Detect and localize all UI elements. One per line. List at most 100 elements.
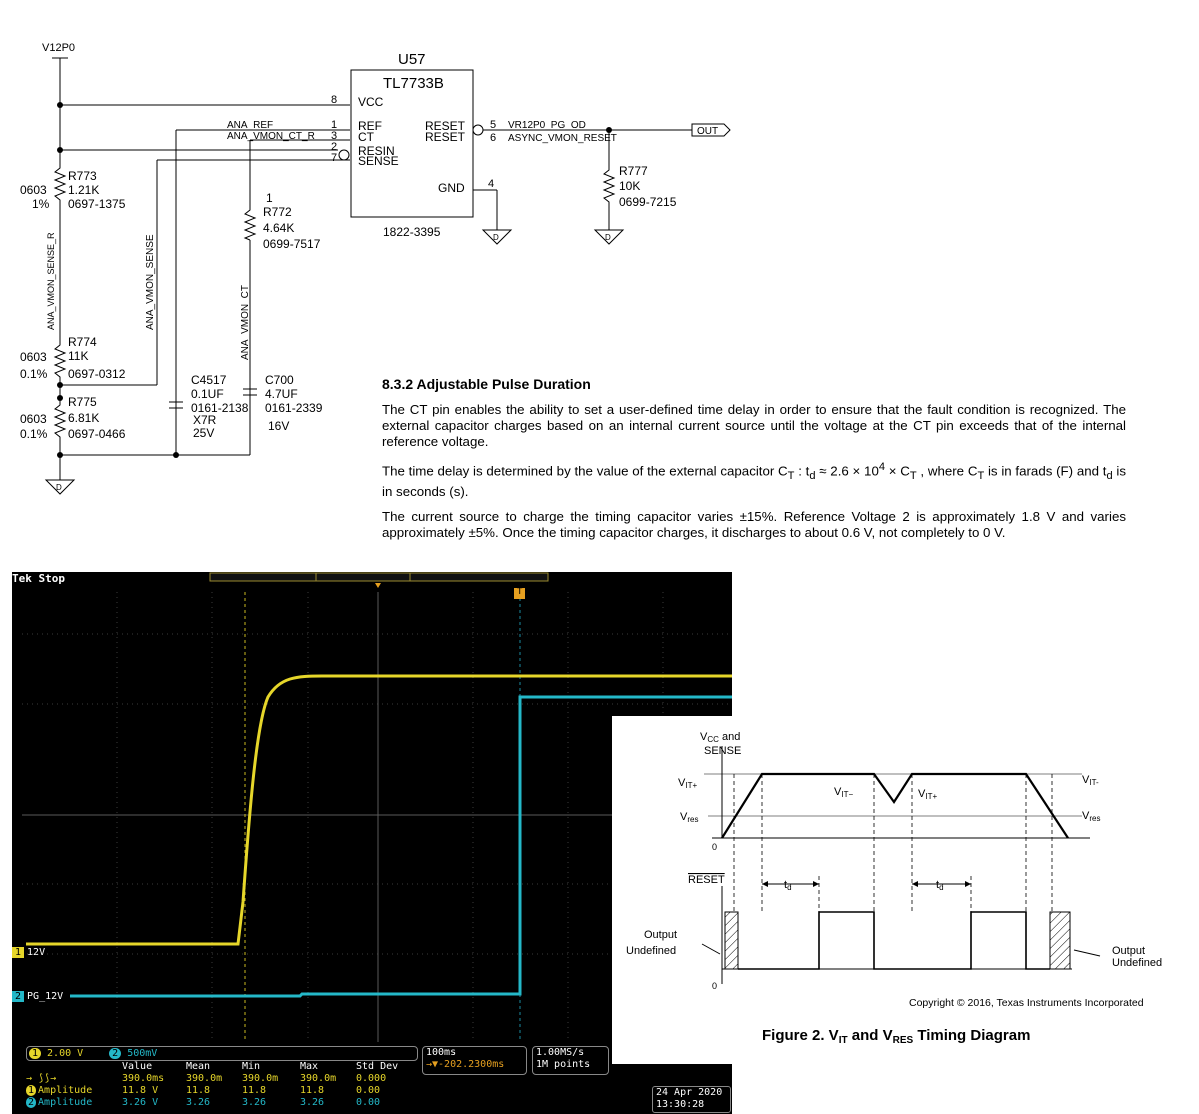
r774-pn: 0697-0312: [68, 367, 126, 381]
zero-lower: 0: [712, 981, 717, 991]
measurement-row: 1 Amplitude 11.8 V 11.8 11.8 11.8 0.00: [26, 1085, 381, 1096]
pin-ct: CT: [358, 130, 375, 144]
net-sense: ANA_VMON_SENSE: [145, 234, 156, 330]
pin-sense: SENSE: [358, 154, 399, 168]
ch1-number: 1: [12, 947, 25, 958]
row-label: 2 Amplitude: [26, 1097, 93, 1108]
col-min: Min: [242, 1061, 261, 1072]
c700-volt: 16V: [268, 419, 289, 433]
scale-readout: 1 2.00 V 2 500mV: [26, 1046, 418, 1061]
net-ana-ref: ANA_REF: [227, 120, 273, 131]
net-pg-od: VR12P0_PG_OD: [508, 120, 586, 131]
ic-part: TL7733B: [383, 75, 444, 92]
col-value: Value: [122, 1061, 153, 1072]
paragraph-1: The CT pin enables the ability to set a …: [382, 402, 1126, 449]
ch2-marker: 2 PG_12V: [12, 991, 63, 1002]
measurement-row: → ⟆⟆→ 390.0ms 390.0m 390.0m 390.0m 0.000: [26, 1073, 387, 1084]
scope-status: Tek Stop: [12, 572, 65, 585]
gnd-symbol-label: D: [605, 233, 611, 242]
r774-size: 0603: [20, 350, 47, 364]
r773-ref: R773: [68, 169, 97, 183]
row-label: → ⟆⟆→: [26, 1073, 57, 1084]
output-undefined-left-2: Undefined: [626, 945, 676, 957]
datasheet-section: 8.3.2 Adjustable Pulse Duration The CT p…: [382, 376, 1126, 550]
r772-pn: 0699-7517: [263, 237, 321, 251]
net-out: OUT: [697, 126, 718, 137]
net-async-reset: ASYNC_VMON_RESET: [508, 133, 617, 144]
datetime-box: 24 Apr 2020 13:30:28: [652, 1086, 731, 1113]
measurement-table: Value Mean Min Max Std Dev → ⟆⟆→ 390.0ms…: [26, 1061, 420, 1109]
ch2-label: PG_12V: [27, 991, 64, 1002]
vcc-label: VCC and: [700, 731, 740, 744]
section-heading: 8.3.2 Adjustable Pulse Duration: [382, 376, 591, 392]
paragraph-2: The time delay is determined by the valu…: [382, 461, 1126, 500]
r775-val: 6.81K: [68, 411, 99, 425]
r774-tol: 0.1%: [20, 367, 48, 381]
net-ct: ANA_VMON_CT: [240, 285, 251, 360]
r777-val: 10K: [619, 179, 640, 193]
c4517-val: 0.1UF: [191, 387, 224, 401]
ch1-scale: 2.00 V: [47, 1048, 84, 1059]
r773-pn: 0697-1375: [68, 197, 126, 211]
pin-reset-b-num: 6: [490, 132, 496, 144]
r774-ref: R774: [68, 335, 97, 349]
col-stddev: Std Dev: [356, 1061, 399, 1072]
c4517-volt: 25V: [193, 426, 214, 440]
trigger-position: →▼-202.2300ms: [426, 1059, 505, 1070]
timebase-box: 100ms →▼-202.2300ms: [422, 1046, 527, 1075]
trigger-marker: T: [517, 587, 523, 597]
r773-size: 0603: [20, 183, 47, 197]
col-mean: Mean: [186, 1061, 211, 1072]
c4517-ref: C4517: [191, 373, 227, 387]
c700-val: 4.7UF: [265, 387, 298, 401]
ch2-scale: 500mV: [127, 1048, 158, 1059]
ch2-number: 2: [12, 991, 25, 1002]
ic-ref: U57: [398, 51, 426, 68]
acquisition-box: 1.00MS/s 1M points: [532, 1046, 609, 1075]
r772-pin: 1: [266, 191, 273, 205]
time: 13:30:28: [656, 1099, 705, 1110]
c700-ref: C700: [265, 373, 294, 387]
output-undefined-left-1: Output: [644, 929, 677, 941]
pin-gnd-num: 4: [488, 178, 494, 190]
gnd-symbol-label: D: [56, 483, 62, 492]
col-max: Max: [300, 1061, 319, 1072]
pin-vcc-num: 8: [331, 94, 337, 106]
pin-reset-a-num: 5: [490, 119, 496, 131]
ch2-scale-num: 2: [109, 1048, 122, 1059]
date: 24 Apr 2020: [656, 1087, 723, 1098]
r775-ref: R775: [68, 395, 97, 409]
pin-sense-num: 7: [331, 152, 337, 164]
r775-pn: 0697-0466: [68, 427, 126, 441]
r777-pn: 0699-7215: [619, 195, 677, 209]
measurement-header: Value Mean Min Max Std Dev: [26, 1061, 420, 1073]
timebase: 100ms: [426, 1047, 457, 1058]
c4517-diel: X7R: [193, 413, 217, 427]
r777-ref: R777: [619, 164, 648, 178]
r772-ref: R772: [263, 205, 292, 219]
sense-label: SENSE: [704, 745, 741, 757]
r772-val: 4.64K: [263, 221, 294, 235]
ch1-label: 12V: [27, 947, 46, 958]
zero-upper: 0: [712, 842, 717, 852]
net-sense-r: ANA_VMON_SENSE_R: [46, 232, 56, 330]
pin-vcc: VCC: [358, 95, 384, 109]
power-net-label: V12P0: [42, 42, 75, 54]
copyright: Copyright © 2016, Texas Instruments Inco…: [909, 997, 1144, 1009]
r773-val: 1.21K: [68, 183, 99, 197]
r774-val: 11K: [68, 349, 88, 363]
pin-reset-b: RESET: [425, 130, 466, 144]
ch1-scale-num: 1: [29, 1048, 42, 1059]
c700-pn: 0161-2339: [265, 401, 323, 415]
row-label: 1 Amplitude: [26, 1085, 93, 1096]
net-ana-vmon-ct-r: ANA_VMON_CT_R: [227, 131, 315, 142]
gnd-symbol-label: D: [493, 233, 499, 242]
reset-label: RESET: [688, 874, 725, 886]
ic-pn: 1822-3395: [383, 225, 441, 239]
output-undefined-right-1: Output: [1112, 945, 1145, 957]
output-undefined-right-2: Undefined: [1112, 957, 1162, 969]
sample-rate: 1.00MS/s: [536, 1047, 585, 1058]
ch1-marker: 1 12V: [12, 947, 45, 958]
pin-gnd: GND: [438, 181, 465, 195]
r775-tol: 0.1%: [20, 427, 48, 441]
